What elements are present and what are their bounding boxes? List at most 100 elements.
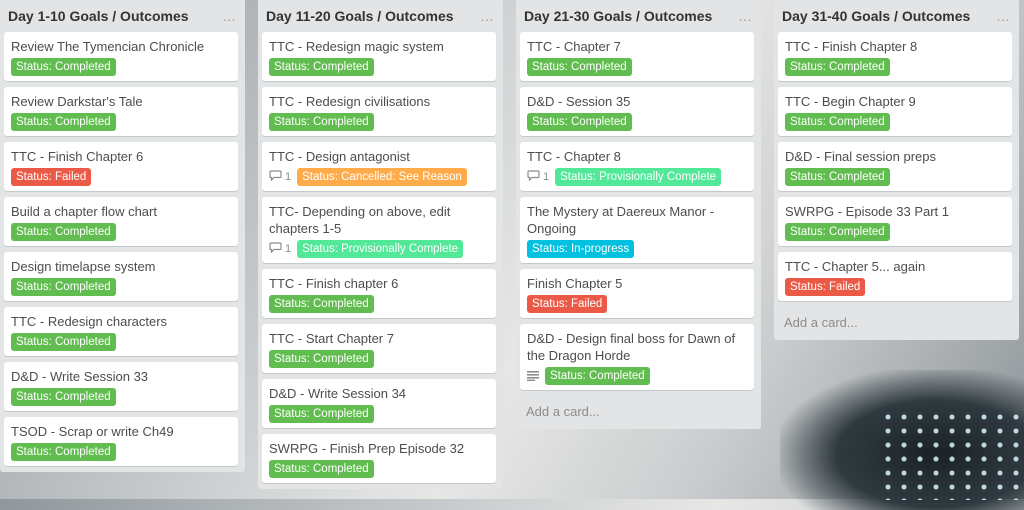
card-title: TTC - Design antagonist	[269, 149, 410, 164]
card-title: The Mystery at Daereux Manor - Ongoing	[527, 204, 715, 236]
card-badges: Status: Completed	[785, 58, 1005, 76]
card-badges: Status: Completed	[11, 388, 231, 406]
comment-badge: 1	[269, 170, 291, 184]
card-title: TTC - Start Chapter 7	[269, 331, 394, 346]
card[interactable]: TTC - Chapter 8 1 Status: Provisionally Co…	[520, 142, 754, 191]
status-label: Status: Completed	[527, 113, 632, 131]
card[interactable]: TTC - Finish Chapter 8 Status: Completed	[778, 32, 1012, 81]
card-badges: Status: Completed	[11, 278, 231, 296]
card-list: TTC - Chapter 7 Status: Completed D&D - Se…	[516, 32, 761, 390]
comment-badge: 1	[269, 242, 291, 256]
status-label: Status: Failed	[11, 168, 92, 186]
card-badges: Status: Completed	[269, 460, 489, 478]
card-badges: Status: Completed	[269, 295, 489, 313]
card-badges: Status: Completed	[11, 223, 231, 241]
card-badges: Status: Completed	[11, 443, 231, 461]
card-badges: Status: In-progress	[527, 240, 747, 258]
card-title: TTC - Redesign magic system	[269, 39, 444, 54]
ellipsis-icon[interactable]: …	[738, 8, 753, 24]
list-title[interactable]: Day 11-20 Goals / Outcomes	[266, 8, 454, 24]
ellipsis-icon[interactable]: …	[996, 8, 1011, 24]
comment-badge: 1	[527, 170, 549, 184]
card-title: Build a chapter flow chart	[11, 204, 157, 219]
card[interactable]: SWRPG - Episode 33 Part 1 Status: Complet…	[778, 197, 1012, 246]
card[interactable]: TTC - Redesign characters Status: Complet…	[4, 307, 238, 356]
card[interactable]: Finish Chapter 5 Status: Failed	[520, 269, 754, 318]
card[interactable]: TTC - Chapter 5... again Status: Failed	[778, 252, 1012, 301]
card[interactable]: TTC - Finish Chapter 6 Status: Failed	[4, 142, 238, 191]
card[interactable]: D&D - Write Session 34 Status: Completed	[262, 379, 496, 428]
card-title: TTC - Redesign civilisations	[269, 94, 431, 109]
status-label: Status: Cancelled: See Reason	[297, 168, 467, 186]
card-badges: Status: Completed	[785, 223, 1005, 241]
comment-icon	[269, 242, 285, 256]
card-list: Review The Tymencian Chronicle Status: Co…	[0, 32, 245, 466]
card[interactable]: SWRPG - Finish Prep Episode 32 Status: Co…	[262, 434, 496, 483]
card[interactable]: TSOD - Scrap or write Ch49 Status: Comple…	[4, 417, 238, 466]
card[interactable]: Build a chapter flow chart Status: Comple…	[4, 197, 238, 246]
add-card-button[interactable]: Add a card...	[516, 396, 761, 429]
card-title: TTC- Depending on above, edit chapters 1…	[269, 204, 451, 236]
card-title: Finish Chapter 5	[527, 276, 623, 291]
status-label: Status: Completed	[269, 295, 374, 313]
status-label: Status: Completed	[11, 223, 116, 241]
status-label: Status: Completed	[527, 58, 632, 76]
card-badges: Status: Completed	[269, 113, 489, 131]
card[interactable]: D&D - Design final boss for Dawn of the …	[520, 324, 754, 390]
status-label: Status: Completed	[269, 58, 374, 76]
status-label: Status: Failed	[527, 295, 608, 313]
card[interactable]: Review The Tymencian Chronicle Status: Co…	[4, 32, 238, 81]
card-badges: Status: Completed	[269, 405, 489, 423]
card[interactable]: D&D - Final session preps Status: Complet…	[778, 142, 1012, 191]
card-title: SWRPG - Finish Prep Episode 32	[269, 441, 465, 456]
card[interactable]: D&D - Write Session 33 Status: Completed	[4, 362, 238, 411]
card[interactable]: TTC- Depending on above, edit chapters 1…	[262, 197, 496, 263]
ellipsis-icon[interactable]: …	[480, 8, 495, 24]
status-label: Status: Completed	[785, 223, 890, 241]
comment-count: 1	[285, 171, 292, 183]
card-title: TTC - Finish Chapter 8	[785, 39, 918, 54]
add-card-button[interactable]: Add a card...	[774, 307, 1019, 340]
list-title[interactable]: Day 31-40 Goals / Outcomes	[782, 8, 970, 24]
card-title: D&D - Write Session 34	[269, 386, 407, 401]
card-badges: Status: Failed	[11, 168, 231, 186]
card[interactable]: TTC - Redesign civilisations Status: Comp…	[262, 87, 496, 136]
card-title: D&D - Write Session 33	[11, 369, 149, 384]
list: Day 21-30 Goals / Outcomes … TTC - Chapter…	[516, 0, 761, 429]
card-badges: Status: Completed	[527, 113, 747, 131]
card[interactable]: TTC - Design antagonist 1 Status: Cancelle…	[262, 142, 496, 191]
card[interactable]: TTC - Redesign magic system Status: Compl…	[262, 32, 496, 81]
card[interactable]: Review Darkstar's Tale Status: Completed	[4, 87, 238, 136]
card[interactable]: Design timelapse system Status: Completed	[4, 252, 238, 301]
card[interactable]: D&D - Session 35 Status: Completed	[520, 87, 754, 136]
list-header: Day 1-10 Goals / Outcomes …	[0, 0, 245, 32]
card[interactable]: The Mystery at Daereux Manor - Ongoing St…	[520, 197, 754, 263]
card-title: TTC - Begin Chapter 9	[785, 94, 916, 109]
card[interactable]: TTC - Finish chapter 6 Status: Completed	[262, 269, 496, 318]
list-title[interactable]: Day 21-30 Goals / Outcomes	[524, 8, 712, 24]
card[interactable]: TTC - Start Chapter 7 Status: Completed	[262, 324, 496, 373]
list-header: Day 11-20 Goals / Outcomes …	[258, 0, 503, 32]
ellipsis-icon[interactable]: …	[222, 8, 237, 24]
list-header: Day 21-30 Goals / Outcomes …	[516, 0, 761, 32]
status-label: Status: Completed	[269, 405, 374, 423]
card-title: Design timelapse system	[11, 259, 156, 274]
card-list: TTC - Finish Chapter 8 Status: Completed T…	[774, 32, 1019, 301]
card-badges: Status: Completed	[785, 168, 1005, 186]
status-label: Status: In-progress	[527, 240, 635, 258]
list: Day 11-20 Goals / Outcomes … TTC - Redesig…	[258, 0, 503, 489]
status-label: Status: Provisionally Complete	[297, 240, 464, 258]
status-label: Status: Completed	[785, 113, 890, 131]
card-badges: 1 Status: Provisionally Complete	[527, 168, 747, 186]
card-title: TTC - Finish Chapter 6	[11, 149, 144, 164]
status-label: Status: Completed	[11, 58, 116, 76]
card[interactable]: TTC - Chapter 7 Status: Completed	[520, 32, 754, 81]
card-badges: Status: Completed	[11, 58, 231, 76]
card-badges: Status: Completed	[11, 333, 231, 351]
list-title[interactable]: Day 1-10 Goals / Outcomes	[8, 8, 189, 24]
list-header: Day 31-40 Goals / Outcomes …	[774, 0, 1019, 32]
card-badges: Status: Completed	[269, 350, 489, 368]
card[interactable]: TTC - Begin Chapter 9 Status: Completed	[778, 87, 1012, 136]
status-label: Status: Completed	[11, 443, 116, 461]
comment-count: 1	[285, 243, 292, 255]
